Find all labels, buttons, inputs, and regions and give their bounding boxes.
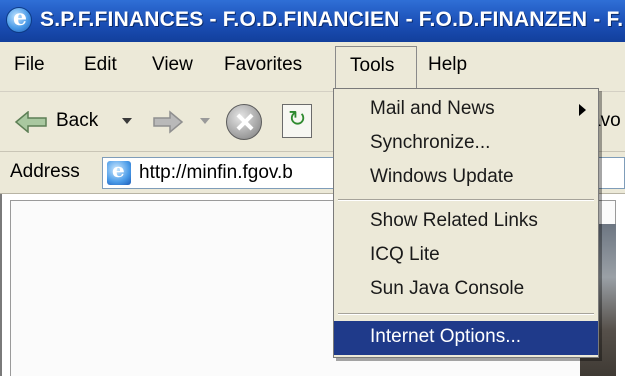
tools-menu-item-label: Mail and News <box>370 98 495 119</box>
tools-menu-item-label: Synchronize... <box>370 132 491 153</box>
menu-tools[interactable]: Tools <box>335 46 417 90</box>
tools-menu-item-icq-lite[interactable]: ICQ Lite <box>334 239 598 273</box>
tools-menu-item-internet-options[interactable]: Internet Options... <box>334 321 598 355</box>
tools-menu-item-label: Sun Java Console <box>370 278 525 299</box>
tools-menu-item-label: ICQ Lite <box>370 244 440 265</box>
refresh-icon[interactable] <box>282 104 312 138</box>
tools-menu-item-show-related-links[interactable]: Show Related Links <box>334 205 598 239</box>
menu-separator <box>338 313 594 315</box>
forward-dropdown-icon[interactable] <box>200 118 210 124</box>
menu-help[interactable]: Help <box>428 54 467 76</box>
menu-tools-label: Tools <box>350 55 395 76</box>
tools-menu-item-label: Show Related Links <box>370 210 538 231</box>
menu-bar: File Edit View Favorites Tools Help <box>0 42 625 92</box>
ie-icon <box>6 5 32 33</box>
menu-separator <box>338 199 594 201</box>
page-icon <box>107 158 131 185</box>
tools-menu-item-synchronize[interactable]: Synchronize... <box>334 127 598 161</box>
menu-file[interactable]: File <box>14 54 45 76</box>
back-arrow-icon[interactable] <box>14 111 48 133</box>
address-label: Address <box>10 161 80 182</box>
tools-menu-item-label: Windows Update <box>370 166 514 187</box>
menu-view[interactable]: View <box>152 54 193 76</box>
address-url: http://minfin.fgov.b <box>139 162 293 183</box>
window-title: S.P.F.FINANCES - F.O.D.FINANCIEN - F.O.D… <box>40 8 624 31</box>
tools-menu-item-mail-and-news[interactable]: Mail and News <box>334 93 598 127</box>
back-dropdown-icon[interactable] <box>122 118 132 124</box>
submenu-arrow-icon <box>579 104 586 116</box>
menu-edit[interactable]: Edit <box>84 54 117 76</box>
back-button-label[interactable]: Back <box>56 110 98 132</box>
forward-arrow-icon[interactable] <box>152 110 184 134</box>
title-bar: S.P.F.FINANCES - F.O.D.FINANCIEN - F.O.D… <box>0 0 625 42</box>
stop-icon[interactable] <box>226 104 262 140</box>
menu-favorites[interactable]: Favorites <box>224 54 302 76</box>
tools-menu-item-sun-java-console[interactable]: Sun Java Console <box>334 273 598 307</box>
tools-menu: Mail and News Synchronize... Windows Upd… <box>333 88 599 358</box>
tools-menu-item-windows-update[interactable]: Windows Update <box>334 161 598 195</box>
tools-menu-item-label: Internet Options... <box>370 326 522 347</box>
